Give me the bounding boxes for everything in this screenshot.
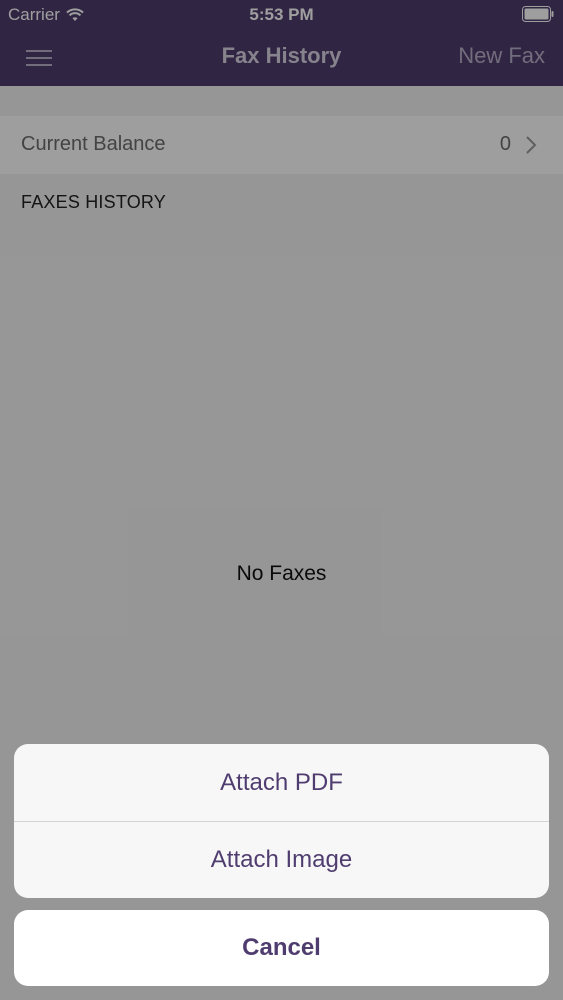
attach-pdf-button[interactable]: Attach PDF (14, 744, 549, 821)
cancel-button[interactable]: Cancel (14, 910, 549, 986)
attach-image-button[interactable]: Attach Image (14, 821, 549, 898)
action-sheet: Attach PDF Attach Image (14, 744, 549, 898)
